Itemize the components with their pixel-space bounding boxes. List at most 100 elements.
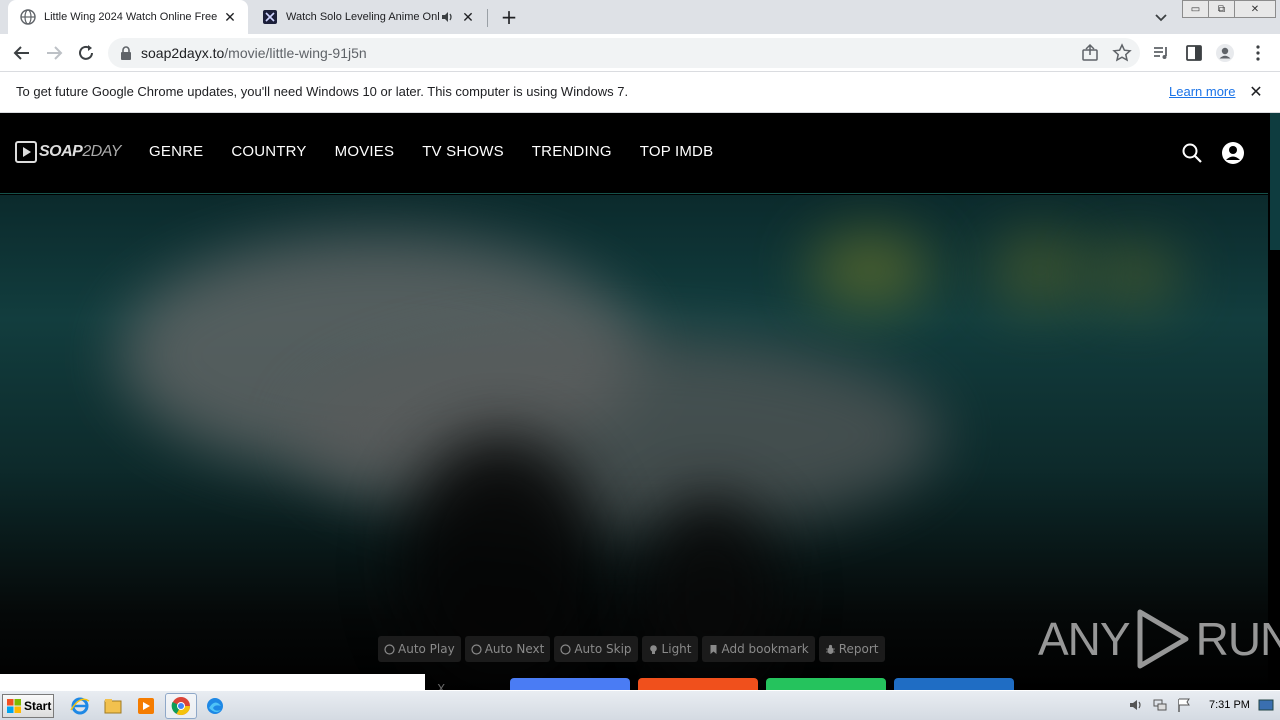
forward-arrow-icon[interactable] [44,43,64,63]
address-bar[interactable]: soap2dayx.to/movie/little-wing-91j5n [108,38,1140,68]
circle-icon [384,643,395,655]
search-icon[interactable] [1181,142,1203,164]
kebab-menu-icon[interactable] [1248,43,1268,63]
tab-separator [487,9,488,27]
control-label: Report [838,642,879,656]
nav-movies[interactable]: MOVIES [335,143,395,160]
player-controls: Auto Play Auto Next Auto Skip Light Add … [378,636,885,662]
action-center-flag-icon[interactable] [1176,697,1192,713]
url-path: /movie/little-wing-91j5n [224,45,367,61]
share-x-label[interactable]: X [437,682,445,690]
media-control-icon[interactable] [1151,43,1171,63]
circle-icon [471,643,482,655]
nav-tv-shows[interactable]: TV SHOWS [422,143,504,160]
add-bookmark-button[interactable]: Add bookmark [701,636,815,662]
auto-skip-toggle[interactable]: Auto Skip [554,636,638,662]
file-explorer-icon[interactable] [102,695,124,717]
control-label: Light [661,642,692,656]
play-logo-icon [15,141,37,163]
nav-country[interactable]: COUNTRY [231,143,306,160]
logo-text-rest: 2DAY [82,143,121,160]
user-account-icon[interactable] [1221,141,1245,165]
reload-icon[interactable] [76,43,96,63]
media-player-icon[interactable] [135,695,157,717]
chevron-down-icon[interactable] [1152,8,1170,26]
circle-icon [560,643,571,655]
new-tab-button[interactable]: + [498,6,520,28]
tab-strip: Little Wing 2024 Watch Online Free ✕ Wat… [0,0,1280,34]
infobar-message: To get future Google Chrome updates, you… [16,84,629,99]
update-infobar: To get future Google Chrome updates, you… [0,72,1280,113]
watermark-left: ANY [1038,613,1131,665]
blur-shape [990,235,1090,305]
url-text: soap2dayx.to/movie/little-wing-91j5n [141,45,367,61]
globe-icon [20,9,36,25]
anyrun-watermark: ANY RUN [1038,608,1280,670]
site-logo[interactable]: SOAP 2DAY [15,139,121,165]
network-icon[interactable] [1152,697,1168,713]
auto-play-toggle[interactable]: Auto Play [378,636,461,662]
share-icon[interactable] [1080,43,1100,63]
learn-more-link[interactable]: Learn more [1169,84,1235,99]
tab-title: Little Wing 2024 Watch Online Free [44,11,218,23]
side-panel-icon[interactable] [1184,43,1204,63]
minimize-button[interactable]: ▭ [1182,0,1209,18]
tab-title: Watch Solo Leveling Anime Onli [286,11,440,23]
tab-solo-leveling[interactable]: Watch Solo Leveling Anime Onli ✕ [250,0,486,34]
blur-shape [300,335,940,535]
share-facebook-button[interactable] [510,678,630,690]
nav-top-imdb[interactable]: TOP IMDB [640,143,714,160]
auto-next-toggle[interactable]: Auto Next [464,636,551,662]
infobar-close-icon[interactable]: ✕ [1248,82,1264,101]
report-button[interactable]: Report [818,636,885,662]
nav-genre[interactable]: GENRE [149,143,203,160]
watermark-right: RUN [1195,613,1280,665]
blur-shape [810,235,930,305]
start-button[interactable]: Start [2,694,54,718]
browser-toolbar: soap2dayx.to/movie/little-wing-91j5n [0,34,1280,72]
show-desktop-icon[interactable] [1258,697,1274,713]
windows-taskbar: Start 7:31 PM [0,690,1280,720]
speaker-icon[interactable] [440,10,454,24]
control-label: Add bookmark [721,642,809,656]
site-viewport: SOAP 2DAY GENRE COUNTRY MOVIES TV SHOWS T… [0,113,1268,690]
nav-trending[interactable]: TRENDING [532,143,612,160]
control-label: Auto Play [398,642,455,656]
tab-little-wing[interactable]: Little Wing 2024 Watch Online Free ✕ [8,0,248,34]
windows-flag-icon [7,699,21,713]
volume-icon[interactable] [1128,697,1144,713]
scrollbar-thumb[interactable] [1270,113,1280,250]
main-nav: GENRE COUNTRY MOVIES TV SHOWS TRENDING T… [149,143,741,160]
control-label: Auto Skip [574,642,632,656]
status-bubble [0,674,425,690]
blur-shape [1090,245,1180,305]
close-window-button[interactable]: ✕ [1234,0,1276,18]
system-clock[interactable]: 7:31 PM [1209,699,1250,711]
edge-icon[interactable] [204,695,226,717]
play-triangle-icon [1137,609,1189,669]
site-favicon-icon [263,10,277,24]
chrome-taskbar-item[interactable] [165,693,197,719]
control-label: Auto Next [484,642,545,656]
chrome-icon [171,697,190,716]
share-whatsapp-button[interactable] [766,678,886,690]
back-arrow-icon[interactable] [12,43,32,63]
internet-explorer-icon[interactable] [69,695,91,717]
tab-close-icon[interactable]: ✕ [222,9,238,25]
restore-button[interactable]: ⧉ [1208,0,1235,18]
light-toggle[interactable]: Light [641,636,698,662]
start-label: Start [24,699,52,713]
tab-close-icon[interactable]: ✕ [460,9,476,25]
bookmark-icon [710,644,716,654]
logo-text-strong: SOAP [39,143,83,160]
site-header: SOAP 2DAY GENRE COUNTRY MOVIES TV SHOWS T… [0,113,1268,194]
url-host: soap2dayx.to [141,45,225,61]
profile-icon[interactable] [1215,43,1235,63]
share-reddit-button[interactable] [638,678,758,690]
share-telegram-button[interactable] [894,678,1014,690]
lock-icon[interactable] [118,45,134,61]
bug-icon [825,644,835,654]
bulb-icon [649,644,657,654]
star-icon[interactable] [1112,43,1132,63]
page-scrollbar[interactable] [1268,113,1280,690]
